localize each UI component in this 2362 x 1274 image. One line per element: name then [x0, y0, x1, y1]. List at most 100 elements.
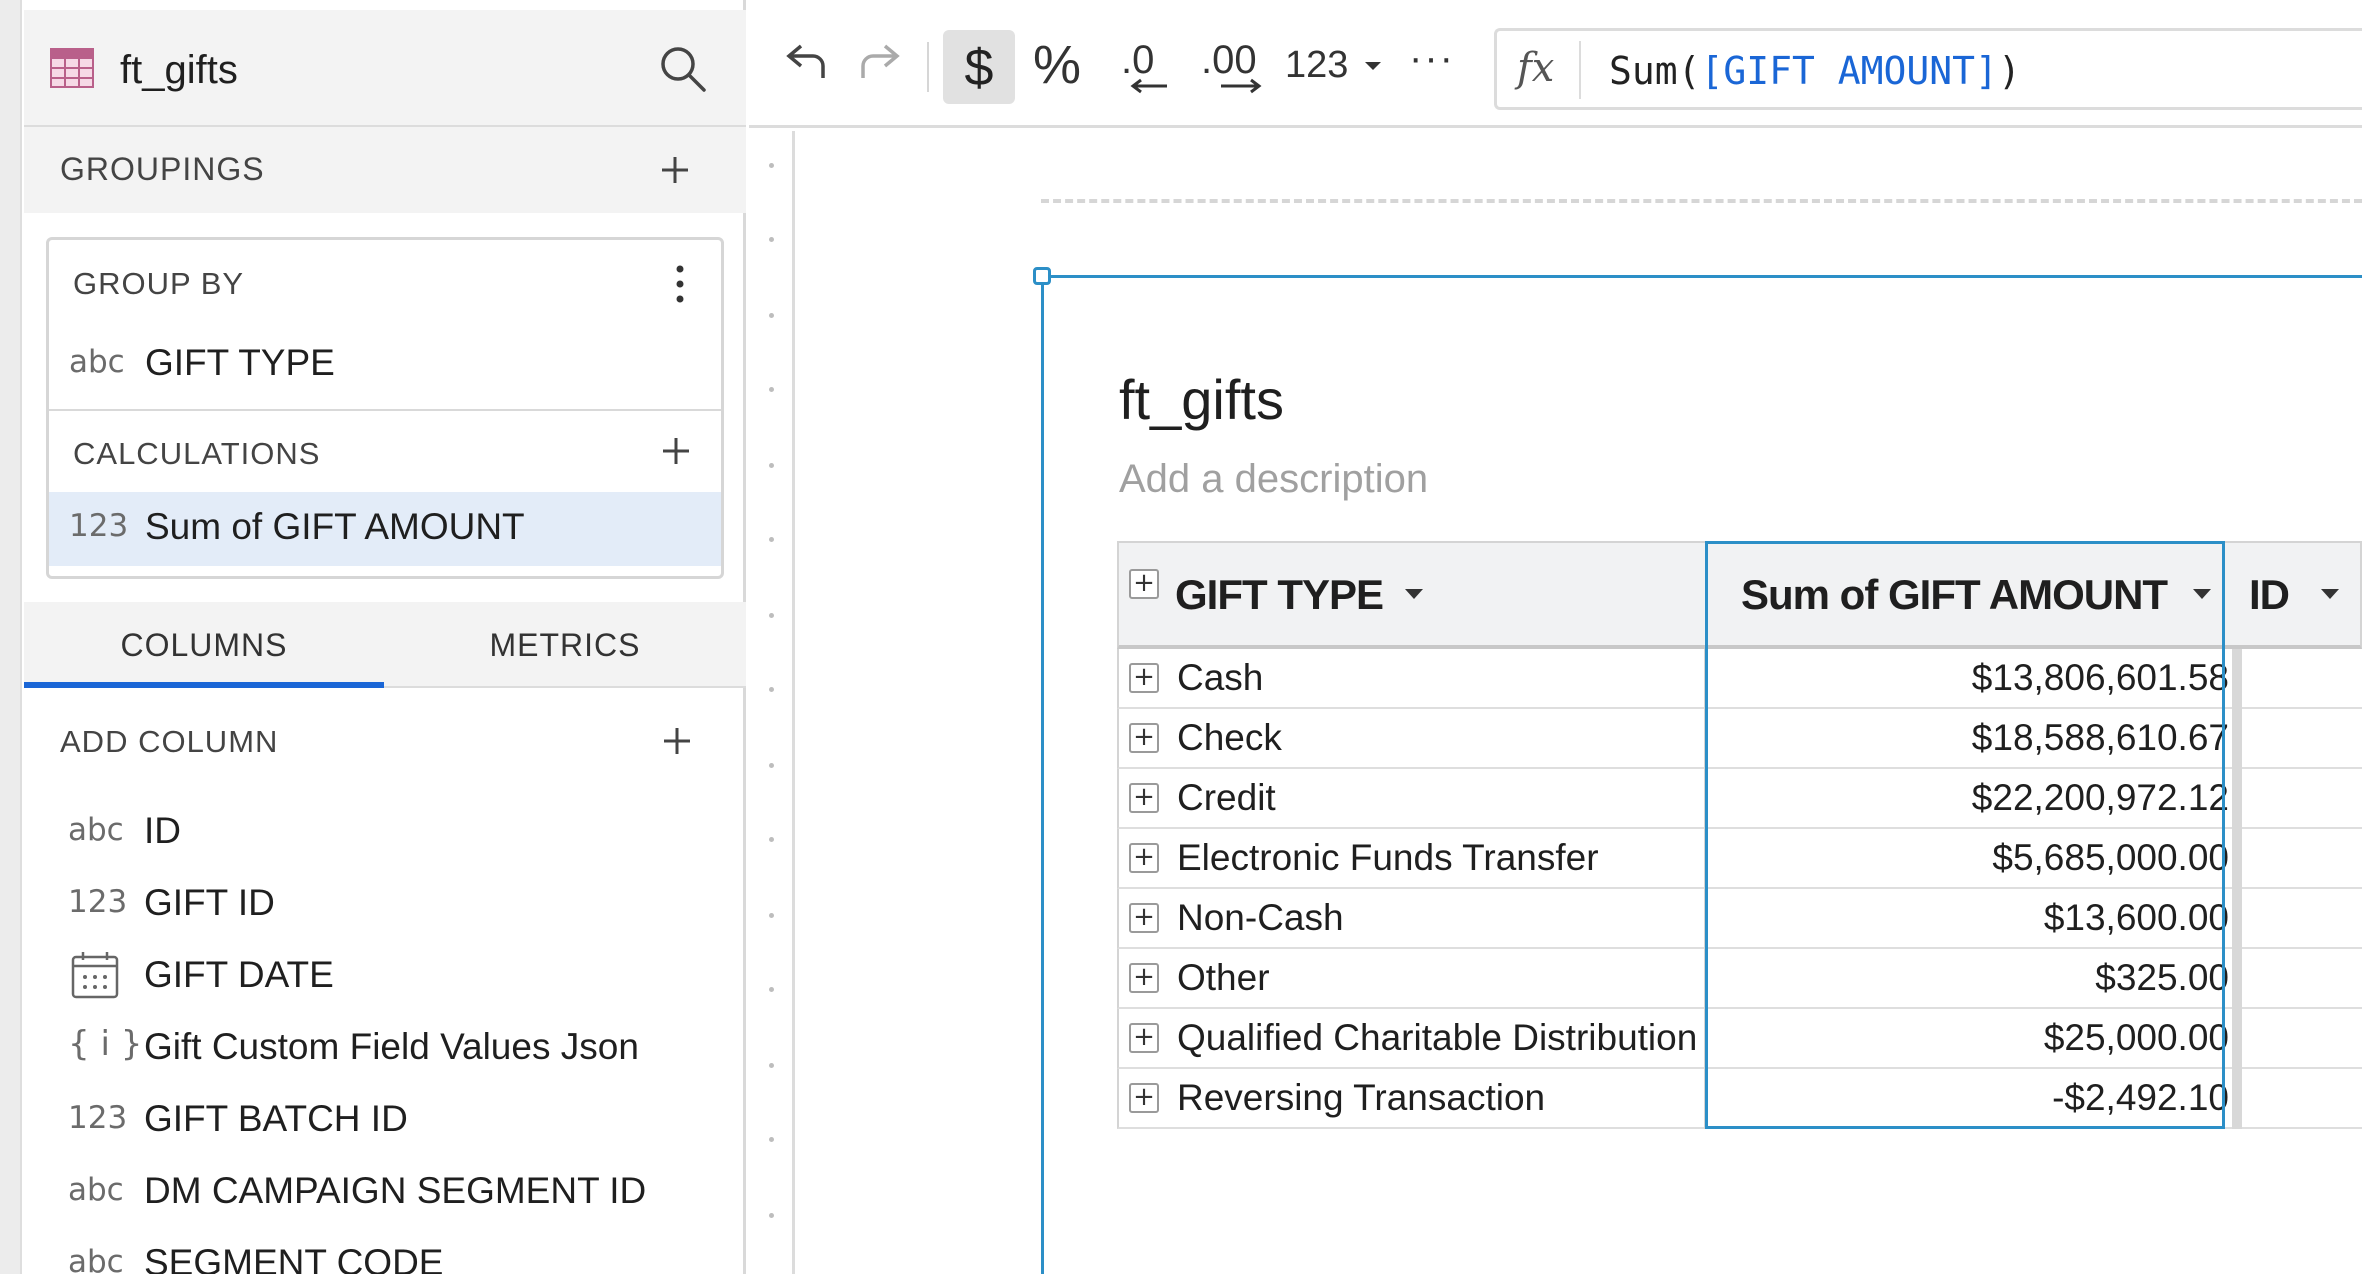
fx-icon: fx: [1517, 45, 1555, 91]
number-format-dropdown[interactable]: 123: [1285, 44, 1395, 92]
calculations-label: CALCULATIONS: [73, 436, 321, 471]
column-name: GIFT DATE: [144, 954, 334, 995]
formula-input[interactable]: Sum([GIFT AMOUNT]): [1609, 49, 2021, 93]
gift-type-menu-caret-icon[interactable]: [1405, 589, 1423, 599]
pivot-table: + GIFT TYPE Sum of GIFT AMOUNT ID + Cash…: [1117, 541, 2362, 1261]
canvas-gutter: [749, 131, 795, 1274]
column-item[interactable]: GIFT DATE: [24, 946, 746, 1006]
add-column-plus-icon[interactable]: [662, 726, 692, 756]
group-by-label: GROUP BY: [73, 266, 245, 301]
gutter-dot: [769, 387, 774, 392]
workbook-canvas: ft_gifts Add a description + GIFT TYPE S…: [749, 131, 2362, 1274]
row-expand-plus-icon[interactable]: +: [1129, 903, 1159, 933]
gutter-dot: [769, 1213, 774, 1218]
row-expand-plus-icon[interactable]: +: [1129, 1083, 1159, 1113]
increase-decimals-button[interactable]: .00: [1201, 34, 1273, 98]
formula-bar[interactable]: fx Sum([GIFT AMOUNT]): [1494, 28, 2362, 110]
row-expand-plus-icon[interactable]: +: [1129, 843, 1159, 873]
gift-type-cell: Electronic Funds Transfer: [1177, 837, 1599, 878]
grouping-card: GROUP BY abc GIFT TYPE CALCULATIONS 123 …: [46, 237, 724, 579]
active-tab-underline: [24, 682, 384, 688]
drop-zone-guide: [1041, 199, 2362, 203]
groupings-header: GROUPINGS: [24, 127, 746, 213]
row-expand-plus-icon[interactable]: +: [1129, 1023, 1159, 1053]
column-item[interactable]: 123 GIFT BATCH ID: [24, 1090, 746, 1150]
gutter-dot: [769, 1063, 774, 1068]
formula-suffix: ): [1997, 49, 2021, 93]
gutter-dot: [769, 613, 774, 618]
column-type: abc: [68, 812, 124, 848]
group-menu-kebab-icon[interactable]: [675, 264, 685, 304]
tab-columns[interactable]: COLUMNS: [24, 602, 384, 688]
row-expand-plus-icon[interactable]: +: [1129, 663, 1159, 693]
toolbar-divider: [927, 42, 929, 92]
column-name: DM CAMPAIGN SEGMENT ID: [144, 1170, 647, 1211]
chevron-down-icon: [1365, 62, 1381, 70]
gutter-dot: [769, 687, 774, 692]
selected-column-highlight: [1705, 541, 2225, 1129]
gift-type-cell: Credit: [1177, 777, 1276, 818]
row-expand-plus-icon[interactable]: +: [1129, 963, 1159, 993]
gift-type-cell: Reversing Transaction: [1177, 1077, 1546, 1118]
header-gift-type[interactable]: GIFT TYPE: [1175, 543, 1384, 647]
tab-metrics[interactable]: METRICS: [384, 602, 746, 688]
decrease-decimals-button[interactable]: .0: [1121, 34, 1181, 98]
group-by-field[interactable]: GIFT TYPE: [145, 342, 335, 384]
id-menu-caret-icon[interactable]: [2321, 589, 2339, 599]
calc-field-type: 123: [69, 508, 129, 544]
panel-tabs: COLUMNS METRICS: [24, 602, 746, 688]
json-icon: { i }: [68, 1024, 143, 1064]
gutter-dot: [769, 463, 774, 468]
undo-icon[interactable]: [783, 38, 831, 94]
column-type: abc: [68, 1244, 124, 1274]
gutter-dot: [769, 313, 774, 318]
dollar-icon: $: [964, 39, 994, 97]
row-expand-plus-icon[interactable]: +: [1129, 723, 1159, 753]
column-name: ID: [144, 810, 181, 851]
currency-format-button[interactable]: $: [943, 30, 1015, 104]
calc-field-name: Sum of GIFT AMOUNT: [145, 506, 525, 547]
gutter-dot: [769, 237, 774, 242]
groupings-label: GROUPINGS: [60, 151, 265, 187]
column-item[interactable]: abc DM CAMPAIGN SEGMENT ID: [24, 1162, 746, 1222]
more-options-button[interactable]: ···: [1409, 36, 1455, 81]
row-expand-plus-icon[interactable]: +: [1129, 783, 1159, 813]
left-panel: ft_gifts GROUPINGS GROUP BY abc GIFT TYP…: [0, 0, 746, 1274]
column-item[interactable]: { i } Gift Custom Field Values Json: [24, 1018, 746, 1078]
gift-type-cell: Other: [1177, 957, 1270, 998]
gift-type-cell: Qualified Charitable Distribution: [1177, 1017, 1698, 1058]
column-name: GIFT BATCH ID: [144, 1098, 408, 1139]
calendar-icon: [71, 952, 119, 999]
calculation-item[interactable]: 123 Sum of GIFT AMOUNT: [49, 492, 721, 566]
column-item[interactable]: abc ID: [24, 802, 746, 862]
add-calculation-plus-icon[interactable]: [661, 436, 691, 466]
description-placeholder[interactable]: Add a description: [1119, 457, 1428, 502]
formula-divider: [1579, 41, 1581, 99]
gift-type-cell: Cash: [1177, 657, 1264, 698]
panel-header: ft_gifts: [24, 10, 746, 127]
resize-handle[interactable]: [1033, 267, 1051, 285]
card-divider: [49, 409, 721, 411]
column-item[interactable]: abc SEGMENT CODE: [24, 1234, 746, 1274]
gutter-dot: [769, 987, 774, 992]
column-name: Gift Custom Field Values Json: [144, 1026, 639, 1067]
element-title[interactable]: ft_gifts: [1119, 367, 1284, 432]
gutter-dot: [769, 913, 774, 918]
percent-format-button[interactable]: %: [1033, 34, 1081, 96]
format-toolbar: $ % .0 .00 123 ··· fx Sum([GIFT AMOUNT]): [749, 0, 2362, 128]
column-type: 123: [68, 884, 128, 920]
increase-decimals-label: .00: [1201, 38, 1257, 82]
expand-all-plus-icon[interactable]: +: [1129, 569, 1159, 599]
search-icon[interactable]: [658, 44, 708, 94]
formula-prefix: Sum(: [1609, 49, 1701, 93]
column-name: SEGMENT CODE: [144, 1242, 444, 1274]
table-icon: [50, 48, 94, 88]
column-item[interactable]: 123 GIFT ID: [24, 874, 746, 934]
formula-reference: [GIFT AMOUNT]: [1700, 49, 1998, 93]
gutter-dot: [769, 837, 774, 842]
group-field-type: abc: [69, 344, 125, 380]
header-id[interactable]: ID: [2249, 543, 2290, 647]
add-grouping-plus-icon[interactable]: [660, 155, 690, 185]
column-name: GIFT ID: [144, 882, 275, 923]
redo-icon[interactable]: [855, 38, 903, 94]
